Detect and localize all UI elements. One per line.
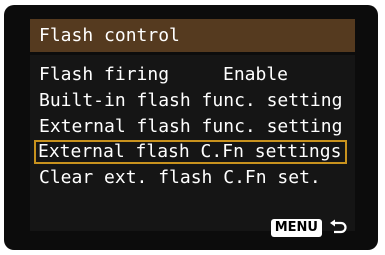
menu-item-label: Clear ext. flash C.Fn set. bbox=[39, 167, 321, 188]
menu-item-external-flash-func-setting[interactable]: External flash func. setting bbox=[35, 115, 350, 139]
menu-item-label: External flash func. setting bbox=[39, 116, 343, 137]
menu-item-value: Enable bbox=[223, 64, 289, 85]
menu-header: Flash control bbox=[30, 19, 355, 52]
menu-list: Flash firing Enable Built-in flash func.… bbox=[30, 55, 355, 231]
menu-button-label: MENU bbox=[270, 219, 322, 237]
menu-item-clear-ext-flash-cfn-set[interactable]: Clear ext. flash C.Fn set. bbox=[35, 166, 350, 190]
return-arrow-icon bbox=[330, 219, 347, 234]
camera-lcd-screen: Flash control Flash firing Enable Built-… bbox=[4, 5, 378, 250]
page-title: Flash control bbox=[39, 25, 180, 46]
menu-item-label: External flash C.Fn settings bbox=[38, 141, 342, 162]
menu-item-label: Built-in flash func. setting bbox=[39, 90, 343, 111]
menu-item-label: Flash firing bbox=[39, 64, 170, 85]
menu-return-hint[interactable]: MENU bbox=[270, 218, 348, 238]
menu-item-external-flash-cfn-settings[interactable]: External flash C.Fn settings bbox=[34, 140, 347, 164]
menu-item-built-in-flash-func-setting[interactable]: Built-in flash func. setting bbox=[35, 89, 350, 113]
menu-item-flash-firing[interactable]: Flash firing Enable bbox=[35, 63, 350, 87]
